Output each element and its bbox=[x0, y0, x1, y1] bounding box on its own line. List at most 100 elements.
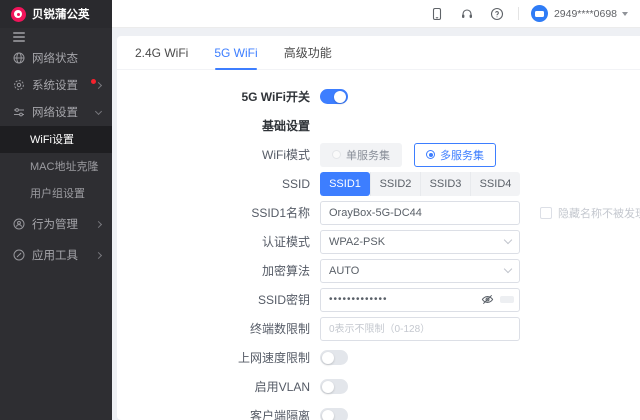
sidebar-item-user-group[interactable]: 用户组设置 bbox=[0, 180, 112, 207]
radio-selected-icon bbox=[426, 150, 435, 159]
sidebar-item-network-status[interactable]: 网络状态 bbox=[0, 45, 112, 72]
chevron-down-icon bbox=[95, 107, 102, 114]
sidebar-item-label: 网络设置 bbox=[32, 104, 96, 120]
ssid4-button[interactable]: SSID4 bbox=[470, 172, 520, 196]
chevron-down-icon bbox=[504, 236, 512, 244]
speed-limit-label: 上网速度限制 bbox=[117, 349, 320, 366]
wifi-mode-single-button[interactable]: 单服务集 bbox=[320, 143, 402, 167]
service-icon[interactable] bbox=[460, 7, 474, 21]
wifi-mode-multi-label: 多服务集 bbox=[440, 147, 484, 163]
ssid-segmented-control: SSID1 SSID2 SSID3 SSID4 bbox=[320, 172, 520, 196]
sidebar-item-label: 应用工具 bbox=[32, 247, 96, 263]
account-number[interactable]: 2949****0698 bbox=[554, 8, 617, 20]
chevron-right-icon bbox=[95, 251, 102, 258]
tools-icon bbox=[13, 249, 25, 261]
auth-mode-select[interactable]: WPA2-PSK bbox=[320, 230, 520, 254]
speed-limit-toggle[interactable] bbox=[320, 350, 348, 365]
wifi-mode-label: WiFi模式 bbox=[117, 146, 320, 163]
ssid-key-label: SSID密钥 bbox=[117, 291, 320, 308]
cipher-value: AUTO bbox=[329, 265, 359, 277]
ssid-row: SSID SSID1 SSID2 SSID3 SSID4 bbox=[117, 169, 640, 198]
cipher-label: 加密算法 bbox=[117, 262, 320, 279]
ssid-name-label: SSID1名称 bbox=[117, 204, 320, 221]
wifi-mode-multi-button[interactable]: 多服务集 bbox=[414, 143, 496, 167]
tab-5g-wifi[interactable]: 5G WiFi bbox=[214, 36, 257, 70]
auth-mode-row: 认证模式 WPA2-PSK bbox=[117, 227, 640, 256]
sidebar-subitem-label: WiFi设置 bbox=[30, 131, 74, 147]
collapse-menu-icon[interactable] bbox=[13, 32, 25, 42]
top-header: 贝锐蒲公英 2949****0698 bbox=[0, 0, 640, 28]
vlan-row: 启用VLAN bbox=[117, 372, 640, 401]
sidebar-item-wifi-settings[interactable]: WiFi设置 bbox=[0, 126, 112, 153]
wifi-switch-row: 5G WiFi开关 bbox=[117, 82, 640, 111]
sidebar-item-network-settings[interactable]: 网络设置 bbox=[0, 99, 112, 126]
vlan-label: 启用VLAN bbox=[117, 378, 320, 395]
sidebar-subitem-label: 用户组设置 bbox=[30, 185, 85, 201]
ssid2-button[interactable]: SSID2 bbox=[370, 172, 420, 196]
cipher-row: 加密算法 AUTO bbox=[117, 256, 640, 285]
client-isolation-label: 客户端隔离 bbox=[117, 407, 320, 420]
tab-2-4g-wifi[interactable]: 2.4G WiFi bbox=[135, 36, 188, 70]
notification-badge bbox=[91, 79, 96, 84]
sidebar-item-label: 行为管理 bbox=[32, 216, 96, 232]
globe-icon bbox=[13, 52, 25, 64]
eye-off-icon[interactable] bbox=[481, 293, 494, 306]
speed-limit-row: 上网速度限制 bbox=[117, 343, 640, 372]
sidebar-item-mac-clone[interactable]: MAC地址克隆 bbox=[0, 153, 112, 180]
basic-section-title: 基础设置 bbox=[117, 117, 320, 134]
chevron-down-icon bbox=[504, 265, 512, 273]
header-divider bbox=[518, 7, 519, 20]
sidebar-item-label: 网络状态 bbox=[32, 50, 101, 66]
sidebar-item-system-settings[interactable]: 系统设置 bbox=[0, 72, 112, 99]
wifi-switch-label: 5G WiFi开关 bbox=[117, 88, 320, 105]
brand-name: 贝锐蒲公英 bbox=[32, 6, 90, 22]
sidebar-item-app-tools[interactable]: 应用工具 bbox=[0, 242, 112, 269]
sidebar-subitem-label: MAC地址克隆 bbox=[30, 158, 98, 174]
hide-ssid-checkbox[interactable] bbox=[540, 207, 552, 219]
ssid-name-input[interactable] bbox=[320, 201, 520, 225]
chevron-right-icon bbox=[95, 220, 102, 227]
header-toolbar: 2949****0698 bbox=[112, 0, 640, 28]
client-limit-label: 终端数限制 bbox=[117, 320, 320, 337]
help-icon[interactable] bbox=[490, 7, 504, 21]
wifi-tabs: 2.4G WiFi 5G WiFi 高级功能 bbox=[117, 36, 640, 70]
wifi-mode-single-label: 单服务集 bbox=[346, 147, 390, 163]
wifi-switch-toggle[interactable] bbox=[320, 89, 348, 104]
autofill-hint bbox=[500, 296, 514, 303]
brand-area: 贝锐蒲公英 bbox=[0, 0, 112, 28]
tab-advanced[interactable]: 高级功能 bbox=[284, 36, 332, 70]
sidebar-submenu: WiFi设置 MAC地址克隆 用户组设置 bbox=[0, 126, 112, 207]
chevron-right-icon bbox=[95, 81, 102, 88]
auth-mode-label: 认证模式 bbox=[117, 233, 320, 250]
ssid-name-row: SSID1名称 隐藏名称不被发现 bbox=[117, 198, 640, 227]
brand-logo-icon bbox=[11, 7, 26, 22]
password-field-wrapper bbox=[320, 288, 520, 312]
wifi-mode-row: WiFi模式 单服务集 多服务集 bbox=[117, 140, 640, 169]
cipher-select[interactable]: AUTO bbox=[320, 259, 520, 283]
auth-mode-value: WPA2-PSK bbox=[329, 236, 385, 248]
ssid1-button[interactable]: SSID1 bbox=[320, 172, 370, 196]
content-area: 2.4G WiFi 5G WiFi 高级功能 5G WiFi开关 基础设置 Wi… bbox=[112, 28, 640, 420]
hide-ssid-label: 隐藏名称不被发现 bbox=[558, 205, 640, 221]
phone-icon[interactable] bbox=[430, 7, 444, 21]
ssid-key-row: SSID密钥 bbox=[117, 285, 640, 314]
client-isolation-row: 客户端隔离 bbox=[117, 401, 640, 420]
sidebar-item-behavior[interactable]: 行为管理 bbox=[0, 211, 112, 238]
radio-unselected-icon bbox=[332, 150, 341, 159]
ssid-label: SSID bbox=[117, 177, 320, 191]
sidebar-nav: 网络状态 系统设置 网络设置 WiFi设置 MAC地址克隆 用户组设置 bbox=[0, 28, 112, 420]
client-isolation-toggle[interactable] bbox=[320, 408, 348, 420]
client-limit-input[interactable] bbox=[320, 317, 520, 341]
avatar[interactable] bbox=[531, 5, 548, 22]
gear-icon bbox=[13, 79, 25, 91]
wifi-settings-form: 5G WiFi开关 基础设置 WiFi模式 单服务集 多服务集 bbox=[117, 70, 640, 420]
caret-down-icon[interactable] bbox=[622, 12, 628, 16]
sliders-icon bbox=[13, 106, 25, 118]
behavior-icon bbox=[13, 218, 25, 230]
settings-card: 2.4G WiFi 5G WiFi 高级功能 5G WiFi开关 基础设置 Wi… bbox=[117, 36, 640, 420]
sidebar-item-label: 系统设置 bbox=[32, 77, 89, 93]
client-limit-row: 终端数限制 bbox=[117, 314, 640, 343]
ssid3-button[interactable]: SSID3 bbox=[420, 172, 470, 196]
basic-section-row: 基础设置 bbox=[117, 111, 640, 140]
vlan-toggle[interactable] bbox=[320, 379, 348, 394]
